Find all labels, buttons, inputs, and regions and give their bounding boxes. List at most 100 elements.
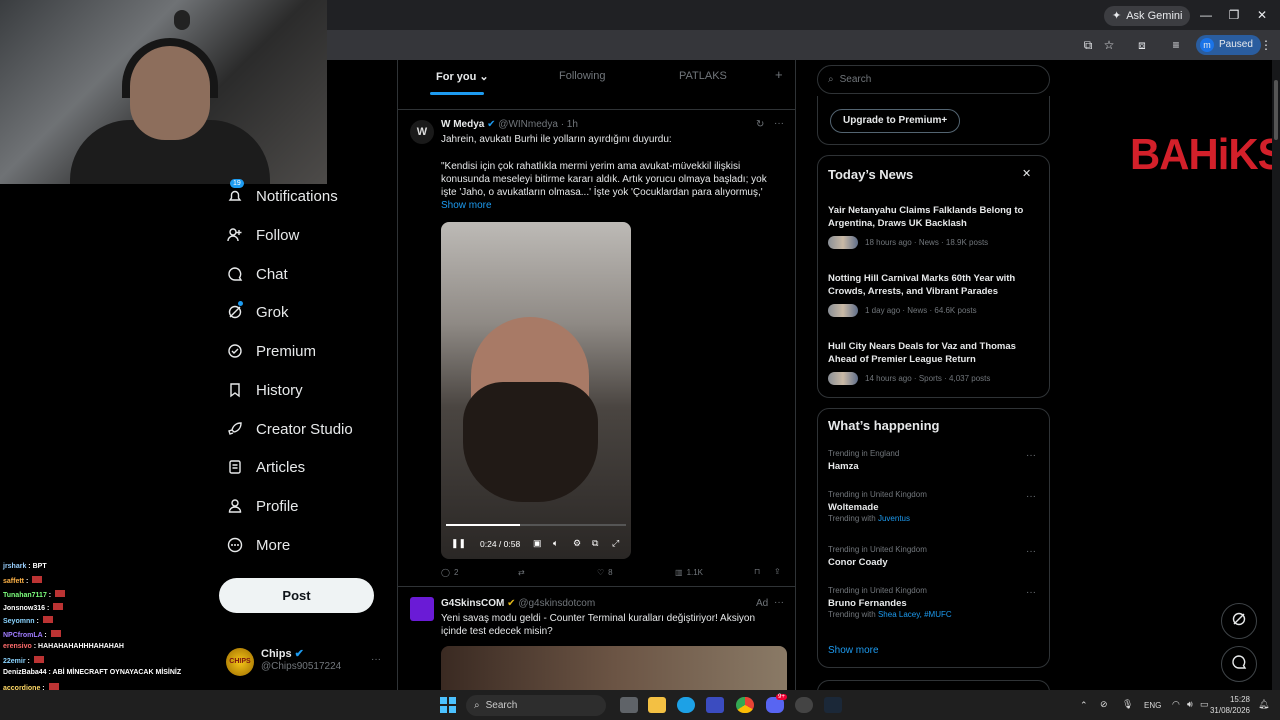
captions-icon[interactable]: ▣ [533,538,542,549]
message-icon [1231,654,1247,675]
account-avatar[interactable]: CHIPS [226,648,254,676]
task-view-icon[interactable] [620,697,638,713]
trend-more-icon[interactable]: ··· [1026,491,1036,502]
volume-icon[interactable]: 🔈︎ [553,538,558,549]
ad-more-icon[interactable]: ··· [774,597,784,608]
tray-chevron-icon[interactable]: ⌃ [1080,700,1088,711]
news-item-title[interactable]: Notting Hill Carnival Marks 60th Year wi… [828,272,1038,298]
news-item-title[interactable]: Yair Netanyahu Claims Falklands Belong t… [828,204,1038,230]
nav-notifications[interactable]: 19 Notifications [226,179,338,211]
share-icon[interactable]: ⇪ [774,567,781,576]
tab-following[interactable]: Following [559,70,605,82]
ad-author-name[interactable]: G4SkinsCOM [441,598,504,609]
tab-for-you[interactable]: For you ⌄ [436,70,489,83]
ad-media[interactable] [441,646,787,690]
close-icon[interactable]: ✕ [1022,167,1031,180]
tab-patlaks[interactable]: PATLAKS [679,70,727,82]
repost-button[interactable]: ⇄ [518,568,525,577]
file-explorer-icon[interactable] [648,697,666,713]
nav-premium[interactable]: Premium [226,336,316,366]
nav-creator-studio[interactable]: Creator Studio [226,414,353,444]
trending-with-link[interactable]: Shea Lacey, #MUFC [878,610,952,619]
pause-icon[interactable]: ❚❚ [451,538,466,549]
show-more-trends[interactable]: Show more [828,645,879,656]
trend-more-icon[interactable]: ··· [1026,546,1036,557]
person-icon [226,497,244,515]
steam-icon[interactable] [824,697,842,713]
extensions-icon[interactable]: ⧈ [1134,37,1150,53]
show-more-link[interactable]: Show more [441,200,492,211]
bookmark-star-icon[interactable]: ☆ [1101,37,1117,53]
page-scrollbar[interactable] [1272,60,1280,690]
bookmark-tweet-icon[interactable]: ⊓ [754,567,760,576]
add-tab-icon[interactable]: + [775,67,783,82]
network-off-icon[interactable]: ⊘ [1100,699,1108,710]
windows-start-icon[interactable] [440,697,456,713]
messages-fab[interactable] [1221,646,1257,682]
language-indicator[interactable]: ENG [1144,701,1161,710]
trend-context: Trending in England [828,449,900,458]
nav-follow[interactable]: Follow [226,220,299,250]
media-control-icon[interactable]: ≡ [1168,37,1184,53]
tweet-time: · 1h [560,119,578,130]
nav-history[interactable]: History [226,375,303,405]
fullscreen-icon[interactable]: ⤢ [612,538,619,549]
grok-explain-icon[interactable]: ↻ [756,119,764,130]
trend-more-icon[interactable]: ··· [1026,587,1036,598]
ad-text: Yeni savaş modu geldi - Counter Terminal… [441,613,756,637]
clock-date[interactable]: 31/08/2026 [1208,706,1250,715]
microphone-icon[interactable]: 🎙︎ [1122,699,1133,710]
profile-button[interactable]: m Paused [1196,35,1261,55]
settings-icon[interactable]: ⚙ [573,538,581,549]
minimize-icon[interactable]: — [1196,6,1216,24]
tweet-more-icon[interactable]: ··· [774,118,784,129]
news-item-meta: 18 hours ago · News · 18.9K posts [865,238,989,247]
nav-grok[interactable]: Grok [226,297,289,327]
trending-with-link[interactable]: Juventus [878,514,910,523]
tweet-video[interactable]: ❚❚ 0:24 / 0:58 ▣ 🔈︎ ⚙ ⧉ ⤢ [441,222,631,559]
emote-icon [50,629,61,637]
nav-profile[interactable]: Profile [226,491,299,521]
trend-name[interactable]: Conor Coady [828,557,888,568]
trend-more-icon[interactable]: ··· [1026,450,1036,461]
ask-gemini-button[interactable]: ✦ Ask Gemini [1104,6,1191,26]
ad-avatar[interactable] [410,597,434,621]
tweet-text-line1: Jahrein, avukatı Burhi ile yolların ayır… [441,134,672,145]
browser-menu-icon[interactable]: ⋮ [1258,37,1274,53]
wifi-icon[interactable]: ◠ [1172,699,1180,710]
taskbar-search[interactable]: ⌕ Search [466,695,606,716]
trend-context: Trending in United Kingdom [828,545,927,554]
pip-icon[interactable]: ⧉ [592,538,598,549]
store-icon[interactable] [706,697,724,713]
bell-icon: 19 [226,179,244,205]
nav-chat[interactable]: Chat [226,259,288,289]
speaker-icon[interactable]: 🔊︎ [1187,699,1193,710]
trend-name[interactable]: Hamza [828,461,859,472]
grok-fab[interactable] [1221,603,1257,639]
restore-icon[interactable]: ❐ [1224,6,1244,24]
install-app-icon[interactable]: ⧉ [1080,37,1096,53]
trend-name[interactable]: Woltemade [828,502,879,513]
emote-icon [32,576,43,584]
close-window-icon[interactable]: ✕ [1252,6,1272,24]
search-icon: ⌕ [474,700,480,711]
reply-button[interactable]: ◯ 2 [441,568,458,577]
app-icon[interactable] [795,697,813,713]
search-box[interactable]: ⌕ Search [817,65,1050,94]
trend-name[interactable]: Bruno Fernandes [828,598,907,609]
nav-articles[interactable]: Articles [226,452,305,482]
edge-icon[interactable] [677,697,695,713]
news-item-title[interactable]: Hull City Nears Deals for Vaz and Thomas… [828,340,1038,366]
author-name[interactable]: W Medya [441,119,484,130]
rocket-icon [226,420,244,438]
views-button[interactable]: ▥ 1.1K [675,568,703,577]
tweet-avatar[interactable]: W [410,120,434,144]
chrome-icon[interactable] [736,697,754,713]
nav-more[interactable]: More [226,530,290,560]
notification-bell-icon[interactable]: 🔔︎ [1258,699,1269,710]
like-button[interactable]: ♡ 8 [597,568,613,577]
upgrade-premium-button[interactable]: Upgrade to Premium+ [830,109,961,133]
post-button[interactable]: Post [219,578,374,613]
account-menu-icon[interactable]: ··· [371,654,381,665]
clock-time[interactable]: 15:28 [1226,695,1250,704]
